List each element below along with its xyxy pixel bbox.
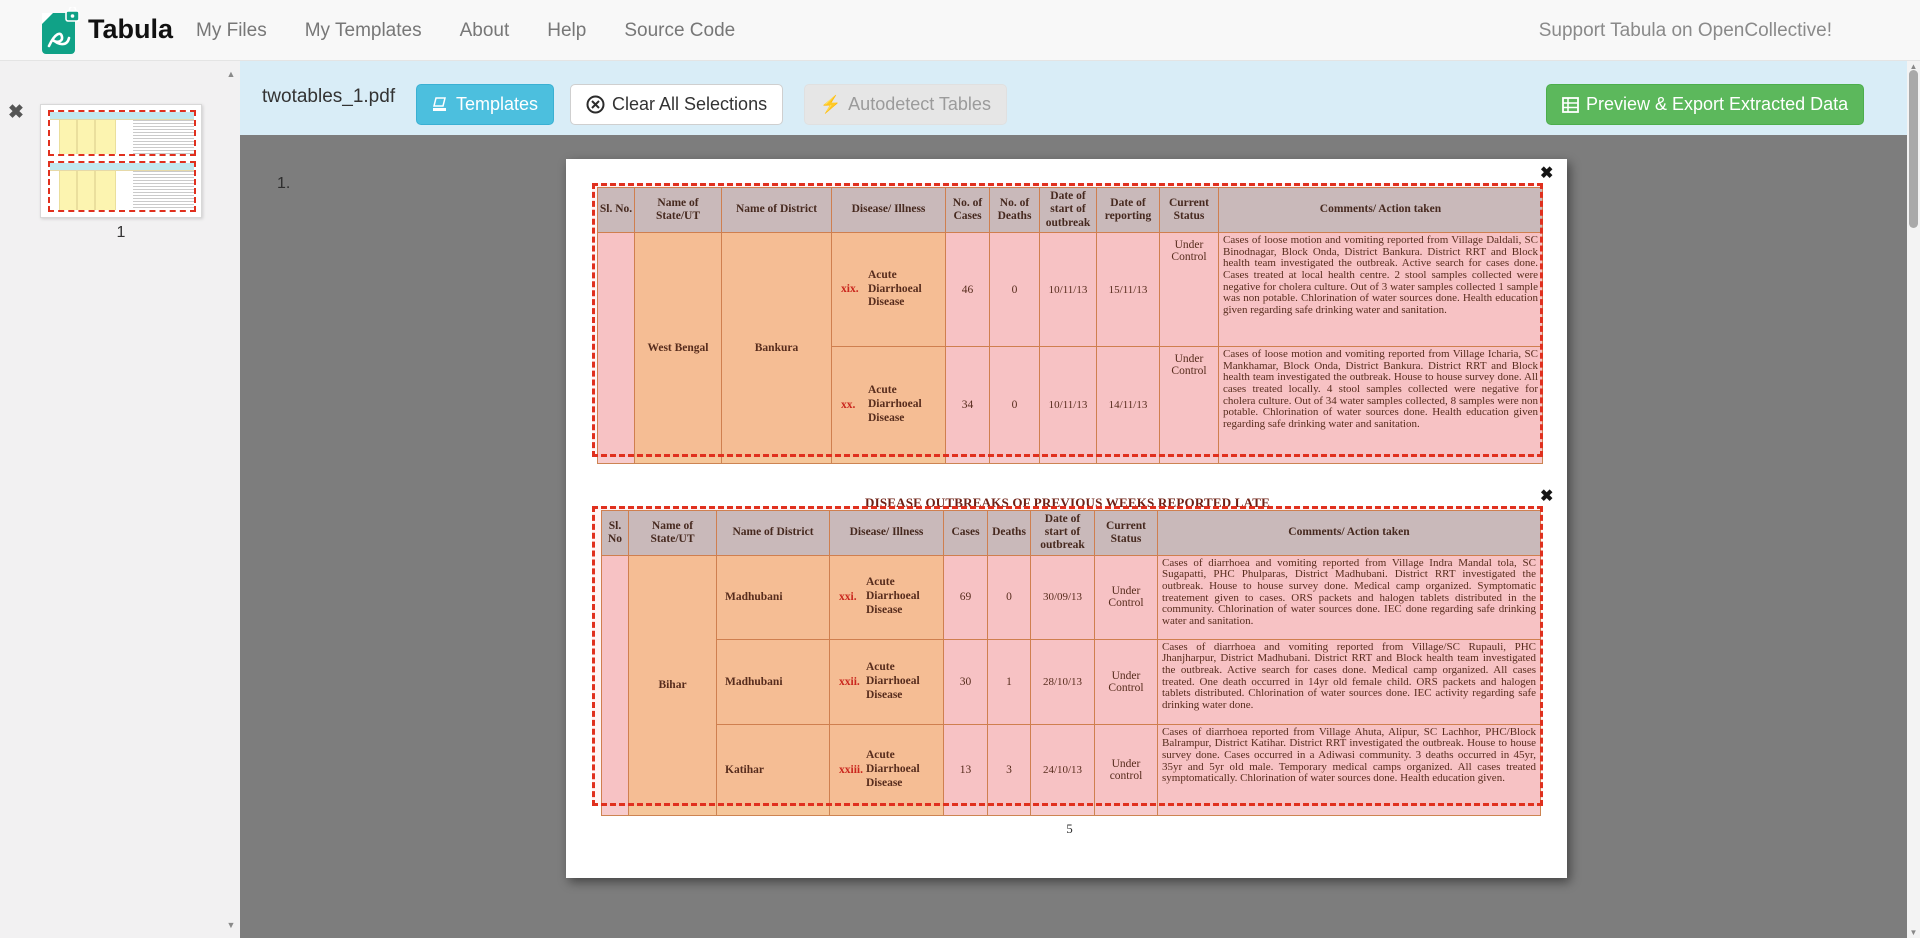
table-icon [1562,97,1579,113]
nav-help[interactable]: Help [547,20,586,42]
main-nav: My Files My Templates About Help Source … [196,0,735,61]
pdf-page-number: 5 [597,821,1542,837]
close-selection-1-icon[interactable]: ✖ [1540,166,1553,182]
thumbnail-selection-1 [48,110,196,156]
autodetect-tables-button: ⚡ Autodetect Tables [804,84,1007,125]
support-link[interactable]: Support Tabula on OpenCollective! [1539,20,1832,42]
circle-x-icon [586,95,605,114]
clear-all-selections-button[interactable]: Clear All Selections [570,84,783,125]
nav-source-code[interactable]: Source Code [624,20,735,42]
close-selection-2-icon[interactable]: ✖ [1540,489,1553,505]
sidebar-scroll-up-icon[interactable]: ▲ [224,69,238,79]
tabula-logo[interactable] [40,7,82,55]
navbar: Tabula My Files My Templates About Help … [0,0,1920,61]
nav-about[interactable]: About [460,20,510,42]
pdf-filename: twotables_1.pdf [262,86,395,108]
templates-button-label: Templates [456,94,538,115]
export-button-label: Preview & Export Extracted Data [1586,94,1848,115]
template-icon [432,97,449,112]
table-selection-2[interactable] [592,506,1543,806]
thumbnail-selection-2 [48,161,196,212]
page-thumbnail[interactable] [40,104,202,218]
lightning-icon: ⚡ [820,95,841,115]
thumbnail-table-header [50,112,194,120]
pdf-page: Sl. No. Name of State/UT Name of Distric… [566,159,1567,878]
scrollbar-down-icon[interactable]: ▼ [1907,928,1920,937]
vertical-scrollbar[interactable]: ▲ ▼ [1907,61,1920,938]
remove-page-button[interactable]: ✖ [8,103,24,122]
autodetect-button-label: Autodetect Tables [848,94,991,115]
nav-my-templates[interactable]: My Templates [305,20,422,42]
thumbnail-page-number: 1 [40,224,202,242]
sidebar: ✖ 1 ▲ ▼ [0,61,240,938]
pdf-lock-icon [40,7,82,55]
clear-button-label: Clear All Selections [612,94,767,115]
preview-export-button[interactable]: Preview & Export Extracted Data [1546,84,1864,125]
page-marker: 1. [277,175,290,193]
tabula-app: Tabula My Files My Templates About Help … [0,0,1920,938]
templates-button[interactable]: Templates [416,84,554,125]
sidebar-scroll-down-icon[interactable]: ▼ [224,920,238,930]
brand-title[interactable]: Tabula [88,14,173,45]
scrollbar-thumb[interactable] [1909,70,1918,228]
toolbar: twotables_1.pdf Templates Clear All Sele… [240,61,1920,135]
nav-my-files[interactable]: My Files [196,20,267,42]
table-selection-1[interactable] [592,183,1543,457]
document-viewport[interactable]: 1. Sl. No. Name of State/UT Name of Dist… [240,135,1920,938]
thumbnail-table-header [50,163,194,171]
